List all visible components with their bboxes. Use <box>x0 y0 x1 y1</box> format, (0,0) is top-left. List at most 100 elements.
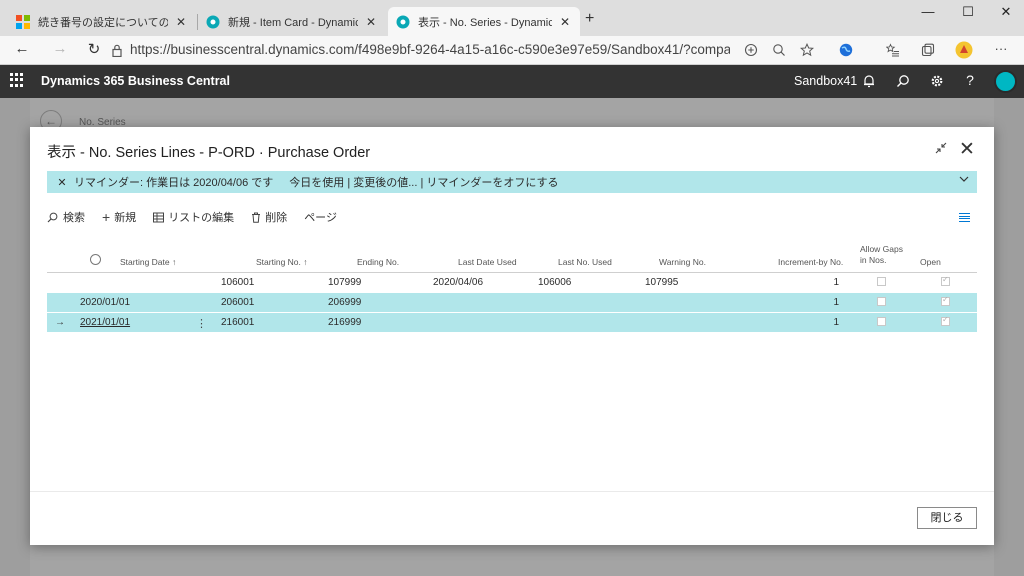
allow-gaps-checkbox[interactable] <box>877 297 886 306</box>
cell-ending-no[interactable]: 107999 <box>328 277 361 288</box>
cell-ending-no[interactable]: 206999 <box>328 297 361 308</box>
col-starting-date[interactable]: Starting Date ↑ <box>120 257 176 267</box>
open-checkbox[interactable] <box>941 315 950 326</box>
reminder-actions[interactable]: 今日を使用 | 変更後の値... | リマインダーをオフにする <box>289 174 558 190</box>
dynamics-logo-icon <box>206 15 220 28</box>
col-starting-no[interactable]: Starting No. ↑ <box>256 257 308 267</box>
col-last-no-used[interactable]: Last No. Used <box>558 257 612 267</box>
row-menu-icon[interactable]: ⋮ <box>196 317 207 330</box>
col-allow-gaps-line1[interactable]: Allow Gaps <box>860 244 903 254</box>
cell-starting-no[interactable]: 216001 <box>221 317 254 328</box>
close-button[interactable]: 閉じる <box>917 507 977 529</box>
search-icon <box>47 212 58 222</box>
favorites-list-icon[interactable] <box>886 43 900 57</box>
col-open[interactable]: Open <box>920 257 941 267</box>
cell-starting-no[interactable]: 206001 <box>221 297 254 308</box>
table-row[interactable]: 106001 107999 2020/04/06 106006 107995 1 <box>47 273 977 293</box>
microsoft-logo-icon <box>16 14 30 29</box>
collapse-icon[interactable] <box>935 142 947 154</box>
app-launcher-icon[interactable] <box>10 73 24 87</box>
add-icon[interactable] <box>744 43 758 57</box>
new-tab-button[interactable]: + <box>585 10 594 28</box>
open-checkbox[interactable] <box>941 275 950 286</box>
reminder-dismiss-icon[interactable]: ✕ <box>53 176 71 189</box>
trash-icon <box>252 212 261 223</box>
cell-last-no-used[interactable]: 106006 <box>538 277 571 288</box>
search-button-label: 検索 <box>63 212 85 224</box>
cell-last-date-used[interactable]: 2020/04/06 <box>433 277 483 288</box>
edit-list-button[interactable]: リストの編集 <box>153 209 234 225</box>
favorite-star-icon[interactable] <box>800 43 814 57</box>
col-last-date-used[interactable]: Last Date Used <box>458 257 517 267</box>
tab-close-icon[interactable]: ✕ <box>174 15 188 29</box>
more-menu-icon[interactable]: ··· <box>991 41 1011 56</box>
delete-button[interactable]: 削除 <box>251 209 287 225</box>
col-ending-no[interactable]: Ending No. <box>357 257 399 267</box>
select-all-icon[interactable] <box>90 254 101 265</box>
cell-starting-no[interactable]: 106001 <box>221 277 254 288</box>
current-row-arrow-icon: → <box>55 317 65 328</box>
url-field[interactable]: https://businesscentral.dynamics.com/f49… <box>130 42 730 57</box>
zoom-icon[interactable] <box>772 43 786 57</box>
table-row[interactable]: → 2021/01/01 ⋮ 216001 216999 1 <box>47 313 977 333</box>
user-avatar[interactable] <box>994 70 1017 93</box>
browser-tab-no-series[interactable]: 表示 - No. Series - Dynamics 365 ✕ <box>388 7 580 36</box>
work-date-reminder: ✕ リマインダー: 作業日は 2020/04/06 です 今日を使用 | 変更後… <box>47 171 977 193</box>
app-title: Dynamics 365 Business Central <box>41 74 230 88</box>
delete-button-label: 削除 <box>265 212 288 224</box>
tab-close-icon[interactable]: ✕ <box>364 15 378 29</box>
col-allow-gaps-line2[interactable]: in Nos. <box>860 255 886 265</box>
collections-icon[interactable] <box>921 43 935 57</box>
table-row[interactable]: 2020/01/01 206001 206999 1 <box>47 293 977 313</box>
bell-icon[interactable] <box>863 74 875 88</box>
list-view-icon[interactable] <box>959 213 970 222</box>
forward-button[interactable]: → <box>50 40 70 57</box>
grid-header: Starting Date ↑ Starting No. ↑ Ending No… <box>47 240 977 273</box>
dynamics-logo-icon <box>396 15 410 28</box>
minimize-button[interactable]: — <box>918 4 938 19</box>
col-warning-no[interactable]: Warning No. <box>659 257 706 267</box>
browser-tab-label: 表示 - No. Series - Dynamics 365 <box>418 16 552 29</box>
profile-icon[interactable] <box>955 41 973 59</box>
new-button[interactable]: + 新規 <box>102 209 136 225</box>
no-series-lines-grid: Starting Date ↑ Starting No. ↑ Ending No… <box>47 240 977 333</box>
allow-gaps-checkbox[interactable] <box>877 317 886 326</box>
action-bar: 検索 + 新規 リストの編集 削除 ページ <box>47 205 354 229</box>
page-menu-button[interactable]: ページ <box>304 209 337 225</box>
page-menu-label: ページ <box>304 212 337 224</box>
window-close-button[interactable]: ✕ <box>996 4 1016 20</box>
col-increment-by[interactable]: Increment-by No. <box>778 257 843 267</box>
refresh-button[interactable]: ↻ <box>84 40 104 58</box>
cell-warning-no[interactable]: 107995 <box>645 277 678 288</box>
cell-increment-by[interactable]: 1 <box>823 297 839 308</box>
edit-list-button-label: リストの編集 <box>168 212 235 224</box>
gear-icon[interactable] <box>930 74 944 88</box>
browser-tab-docs[interactable]: 続き番号の設定についての紹介 - Le ✕ <box>8 7 196 36</box>
cell-ending-no[interactable]: 216999 <box>328 317 361 328</box>
dialog-close-icon[interactable]: ✕ <box>957 138 977 161</box>
open-checkbox[interactable] <box>941 295 950 306</box>
back-button[interactable]: ← <box>12 40 32 57</box>
cell-increment-by[interactable]: 1 <box>823 277 839 288</box>
browser-tab-label: 新規 - Item Card - Dynamics 365 <box>228 16 358 29</box>
browser-tab-item-card[interactable]: 新規 - Item Card - Dynamics 365 ✕ <box>198 7 386 36</box>
edit-list-icon <box>153 212 165 222</box>
chevron-down-icon[interactable] <box>959 175 969 183</box>
cell-starting-date[interactable]: 2020/01/01 <box>80 297 130 308</box>
maximize-button[interactable]: ☐ <box>958 4 978 20</box>
browser-tab-label: 続き番号の設定についての紹介 - Le <box>38 16 168 29</box>
globe-extension-icon[interactable] <box>839 43 853 57</box>
cell-increment-by[interactable]: 1 <box>823 317 839 328</box>
help-icon[interactable]: ? <box>961 72 979 88</box>
search-button[interactable]: 検索 <box>47 209 85 225</box>
tab-close-icon[interactable]: ✕ <box>558 15 572 29</box>
environment-name[interactable]: Sandbox41 <box>794 74 857 88</box>
cell-starting-date[interactable]: 2021/01/01 <box>80 317 130 328</box>
allow-gaps-checkbox[interactable] <box>877 277 886 286</box>
lock-icon <box>112 44 122 57</box>
new-button-label: 新規 <box>114 212 137 224</box>
reminder-text: リマインダー: 作業日は 2020/04/06 です <box>74 177 274 189</box>
search-icon[interactable] <box>896 74 910 88</box>
plus-icon: + <box>102 209 111 225</box>
dialog-title: 表示 - No. Series Lines - P-ORD · Purchase… <box>47 145 371 161</box>
